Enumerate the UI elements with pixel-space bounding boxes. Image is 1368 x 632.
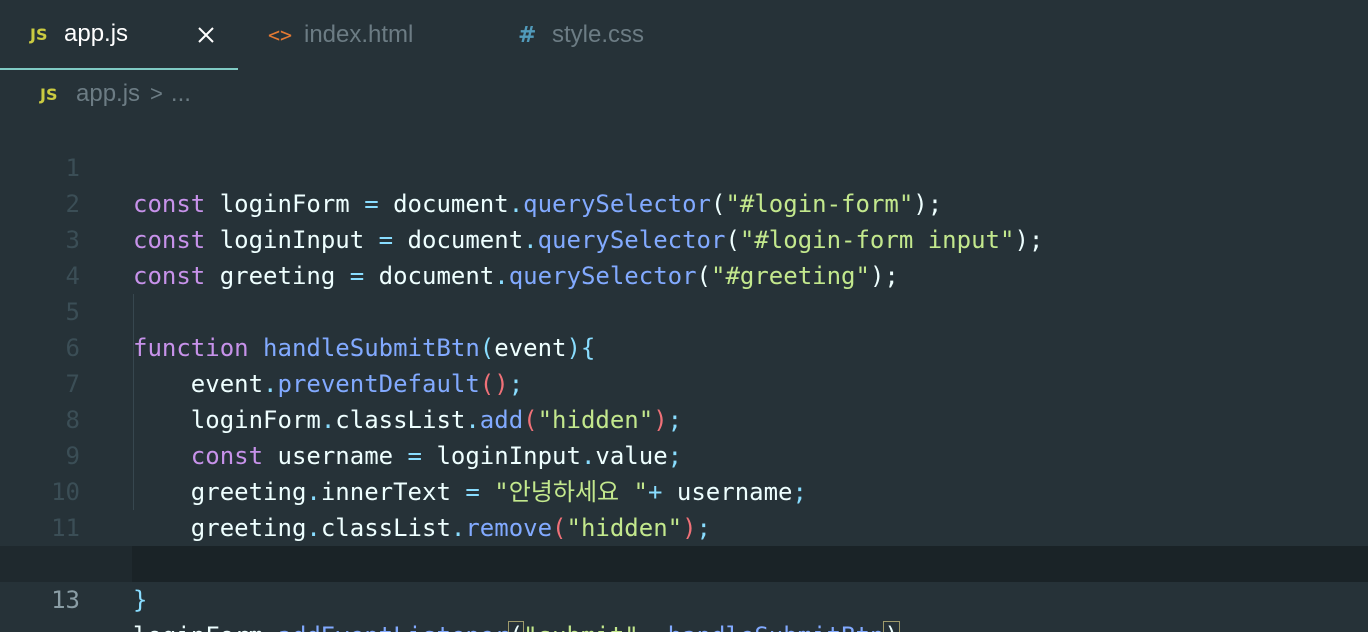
code-line: 11 <box>0 474 1368 542</box>
code-area[interactable]: 1 const loginForm = document.querySelect… <box>0 114 1368 632</box>
breadcrumb: JS app.js > ... <box>40 78 191 110</box>
tab-app-js[interactable]: JS app.js <box>0 0 238 70</box>
line-text: loginForm.addEventListener("submit", han… <box>133 618 900 632</box>
code-line: 5 function handleSubmitBtn(event){ <box>0 258 1368 362</box>
code-line-current: 13 loginForm.addEventListener("submit", … <box>0 546 1368 632</box>
css-file-icon: # <box>518 22 537 48</box>
tab-style-css[interactable]: # style.css <box>518 0 644 70</box>
code-line: 6 event.preventDefault(); <box>0 294 1368 398</box>
javascript-file-icon: JS <box>40 84 58 104</box>
code-line: 1 const loginForm = document.querySelect… <box>0 114 1368 218</box>
tab-label: app.js <box>64 20 129 47</box>
line-number: 13 <box>51 586 80 614</box>
code-line: 7 loginForm.classList.add("hidden"); <box>0 330 1368 434</box>
breadcrumb-file[interactable]: app.js <box>76 80 140 108</box>
tab-index-html[interactable]: <> index.html <box>268 0 413 70</box>
tab-label: index.html <box>304 21 414 48</box>
code-editor: JS app.js <> index.html # style.css JS a… <box>0 0 1368 632</box>
close-icon[interactable] <box>194 23 218 47</box>
code-line: 9 greeting.innerText = "안녕하세요 "+ usernam… <box>0 402 1368 506</box>
code-line: 8 const username = loginInput.value; <box>0 366 1368 470</box>
code-line: 2 const loginInput = document.querySelec… <box>0 150 1368 254</box>
code-line: 12 } <box>0 510 1368 614</box>
tab-bar: JS app.js <> index.html # style.css <box>0 0 1368 70</box>
code-line: 3 const greeting = document.querySelecto… <box>0 186 1368 290</box>
code-line: 10 greeting.classList.remove("hidden"); <box>0 438 1368 542</box>
line-text: } <box>133 586 148 614</box>
matched-bracket: ( <box>507 621 525 632</box>
html-file-icon: <> <box>268 23 293 47</box>
breadcrumb-symbol[interactable]: ... <box>171 80 191 108</box>
javascript-file-icon: JS <box>30 24 48 44</box>
tab-label: style.css <box>552 21 645 48</box>
chevron-right-icon: > <box>150 81 163 106</box>
code-line: 4 <box>0 222 1368 290</box>
matched-bracket: ) <box>883 621 900 632</box>
